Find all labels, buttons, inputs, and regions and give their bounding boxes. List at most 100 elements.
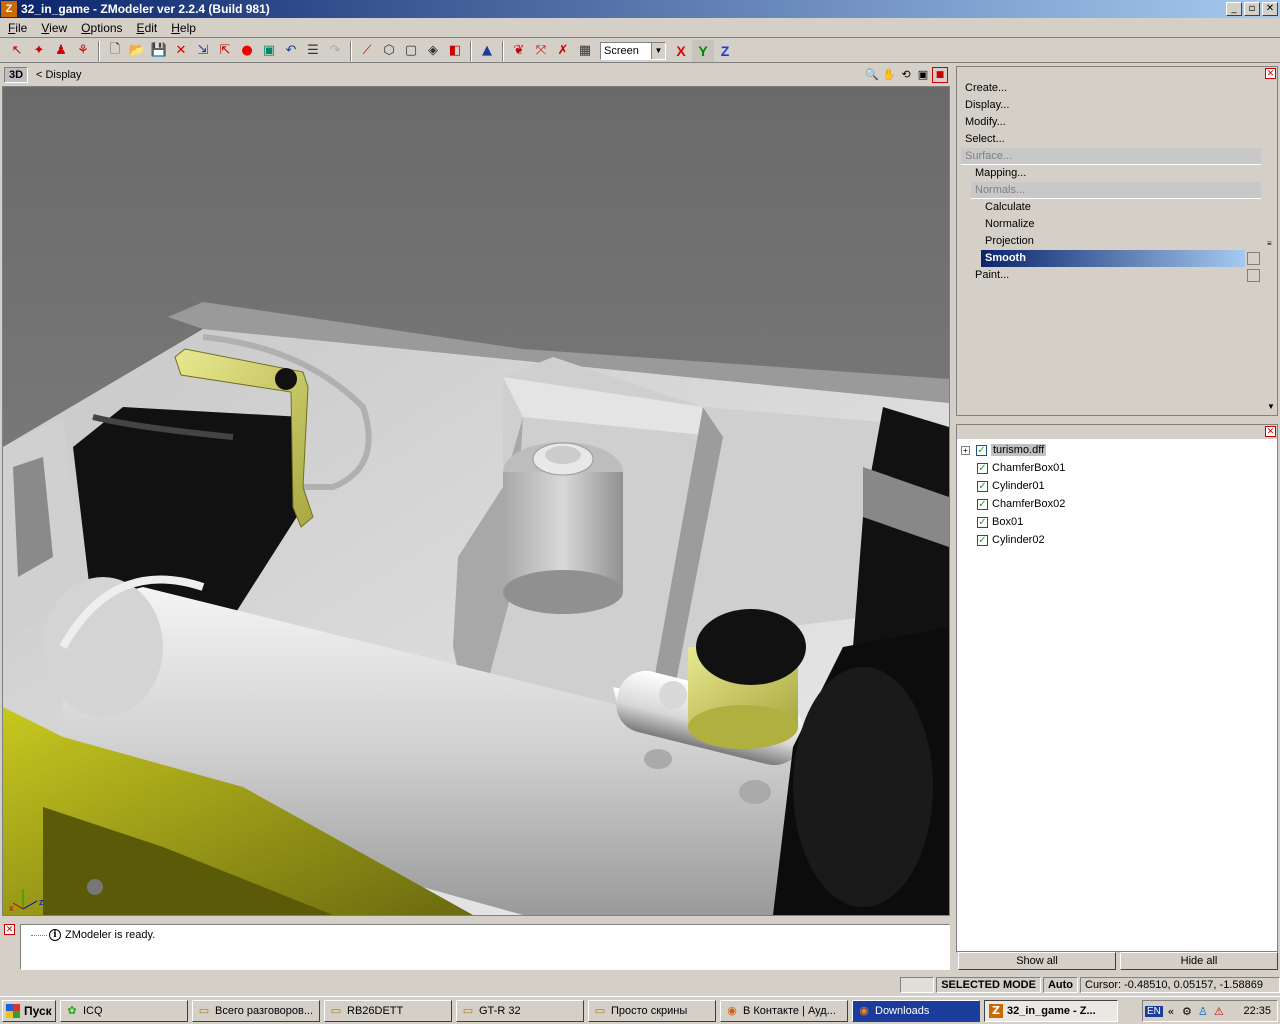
task-label: Всего разговоров... [215, 1004, 314, 1017]
pan-hand-icon[interactable]: ✋ [881, 67, 897, 83]
restore-button[interactable]: ▫ [1244, 2, 1260, 16]
vertex-mode-icon[interactable]: ⟋ [356, 40, 378, 62]
menu-edit[interactable]: Edit [133, 21, 162, 35]
scroll-grip-icon[interactable]: ≡ [1267, 240, 1272, 248]
status-auto[interactable]: Auto [1042, 977, 1078, 993]
tray-expand-icon[interactable]: « [1163, 1005, 1179, 1018]
task-gtr32[interactable]: ▭ GT-R 32 [456, 999, 584, 1022]
coord-system-select[interactable]: Screen ▼ [600, 41, 666, 60]
object-root[interactable]: + ✓ turismo.dff [961, 441, 1047, 459]
delete-icon[interactable]: ✕ [170, 40, 192, 62]
checkbox-checked-icon[interactable]: ✓ [976, 444, 987, 456]
export-icon[interactable]: ⇱ [214, 40, 236, 62]
save-file-icon[interactable]: 💾 [148, 40, 170, 62]
task-rb26dett[interactable]: ▭ RB26DETT [324, 999, 452, 1022]
expand-icon[interactable]: + [961, 445, 970, 455]
record-icon[interactable]: ● [236, 40, 258, 62]
minimize-button[interactable]: _ [1226, 2, 1242, 16]
axis-z-button[interactable]: Z [714, 40, 736, 62]
checkbox-checked-icon[interactable]: ✓ [977, 498, 988, 510]
group-mode-icon[interactable]: ◈ [422, 40, 444, 62]
object-item[interactable]: ✓ ChamferBox02 [977, 495, 1065, 513]
3d-viewport[interactable]: x z [2, 86, 950, 916]
command-panel-scrollbar[interactable]: ≡ ▼ [1267, 77, 1275, 412]
cmd-surface[interactable]: Surface... [961, 148, 1261, 165]
cmd-mapping[interactable]: Mapping... [975, 165, 1255, 182]
normal-icon[interactable]: ▲ [476, 40, 498, 62]
checkbox-checked-icon[interactable]: ✓ [977, 516, 988, 528]
material-icon[interactable]: ❦ [508, 40, 530, 62]
checkbox-checked-icon[interactable]: ✓ [977, 480, 988, 492]
object-item[interactable]: ✓ Cylinder01 [977, 477, 1045, 495]
menu-help[interactable]: Help [167, 21, 200, 35]
cmd-normalize[interactable]: Normalize [985, 216, 1255, 233]
properties-icon[interactable]: ☰ [302, 40, 324, 62]
smooth-options-button[interactable] [1247, 252, 1260, 265]
close-view-icon[interactable]: ■ [932, 67, 948, 83]
network-icon[interactable]: ⚙ [1179, 1005, 1195, 1018]
undo-icon[interactable]: ↶ [280, 40, 302, 62]
menu-options[interactable]: Options [77, 21, 126, 35]
cmd-smooth[interactable]: Smooth [981, 250, 1245, 267]
cmd-create[interactable]: Create... [965, 80, 1255, 97]
close-icon[interactable]: ✕ [1265, 426, 1276, 437]
close-icon[interactable]: ✕ [4, 924, 15, 935]
task-vkontakte[interactable]: ◉ В Контакте | Ауд... [720, 999, 848, 1022]
figure-tool-icon[interactable]: ♟ [50, 40, 72, 62]
menu-view[interactable]: View [37, 21, 71, 35]
hide-all-button[interactable]: Hide all [1120, 952, 1278, 970]
axis-scale-icon[interactable]: ✗ [552, 40, 574, 62]
snapshot-icon[interactable]: ▣ [258, 40, 280, 62]
maximize-view-icon[interactable]: ▣ [915, 67, 931, 83]
scroll-down-icon[interactable]: ▼ [1267, 402, 1275, 411]
paint-options-button[interactable] [1247, 269, 1260, 282]
object-item[interactable]: ✓ ChamferBox01 [977, 459, 1065, 477]
viewport-view-label[interactable]: < Display [36, 69, 82, 81]
import-icon[interactable]: ⇲ [192, 40, 214, 62]
rotate-view-icon[interactable]: ⟲ [898, 67, 914, 83]
object-item[interactable]: ✓ Cylinder02 [977, 531, 1045, 549]
task-conversations[interactable]: ▭ Всего разговоров... [192, 999, 320, 1022]
pick-tool-icon[interactable]: ✦ [28, 40, 50, 62]
menu-file[interactable]: File [4, 21, 31, 35]
antivirus-icon[interactable]: ⚠ [1211, 1005, 1227, 1018]
log-output[interactable]: i ZModeler is ready. [20, 924, 950, 970]
start-button[interactable]: Пуск [2, 999, 56, 1022]
cmd-paint[interactable]: Paint... [975, 267, 1245, 284]
task-screens[interactable]: ▭ Просто скрины [588, 999, 716, 1022]
select-tool-icon[interactable]: ↖ [6, 40, 28, 62]
language-indicator[interactable]: EN [1145, 1005, 1163, 1017]
close-button[interactable]: ✕ [1262, 2, 1278, 16]
chevron-down-icon[interactable]: ▼ [651, 42, 665, 59]
user-icon[interactable]: ♙ [1195, 1005, 1211, 1018]
task-downloads[interactable]: ◉ Downloads [852, 999, 980, 1022]
open-file-icon[interactable]: 📂 [126, 40, 148, 62]
task-icq[interactable]: ✿ ICQ [60, 999, 188, 1022]
cmd-normals[interactable]: Normals... [971, 182, 1261, 199]
object-item[interactable]: ✓ Box01 [977, 513, 1023, 531]
task-zmodeler[interactable]: Z 32_in_game - Z... [984, 999, 1118, 1022]
viewport-mode-button[interactable]: 3D [4, 67, 28, 83]
redo-icon[interactable]: ↷ [324, 40, 346, 62]
cmd-calculate[interactable]: Calculate [985, 199, 1255, 216]
window-title: 32_in_game - ZModeler ver 2.2.4 (Build 9… [21, 2, 270, 16]
object-mode-icon[interactable]: ▢ [400, 40, 422, 62]
zoom-icon[interactable]: 🔍 [864, 67, 880, 83]
cmd-projection[interactable]: Projection [985, 233, 1255, 250]
show-all-button[interactable]: Show all [958, 952, 1116, 970]
new-file-icon[interactable]: 🗋 [104, 40, 126, 62]
polygon-mode-icon[interactable]: ⬡ [378, 40, 400, 62]
figure-dropdown-icon[interactable]: ⚘ [72, 40, 94, 62]
checkbox-checked-icon[interactable]: ✓ [977, 534, 988, 546]
checkbox-checked-icon[interactable]: ✓ [977, 462, 988, 474]
axis-move-icon[interactable]: ⤧ [530, 40, 552, 62]
selection-mode-icon[interactable]: ◧ [444, 40, 466, 62]
cmd-modify[interactable]: Modify... [965, 114, 1255, 131]
cmd-display[interactable]: Display... [965, 97, 1255, 114]
grid-icon[interactable]: ▦ [574, 40, 596, 62]
axis-x-button[interactable]: X [670, 40, 692, 62]
cmd-select[interactable]: Select... [965, 131, 1255, 148]
axis-y-button[interactable]: Y [692, 39, 714, 62]
status-blank [900, 977, 935, 993]
zmodeler-app-icon[interactable]: Z [1, 1, 17, 17]
